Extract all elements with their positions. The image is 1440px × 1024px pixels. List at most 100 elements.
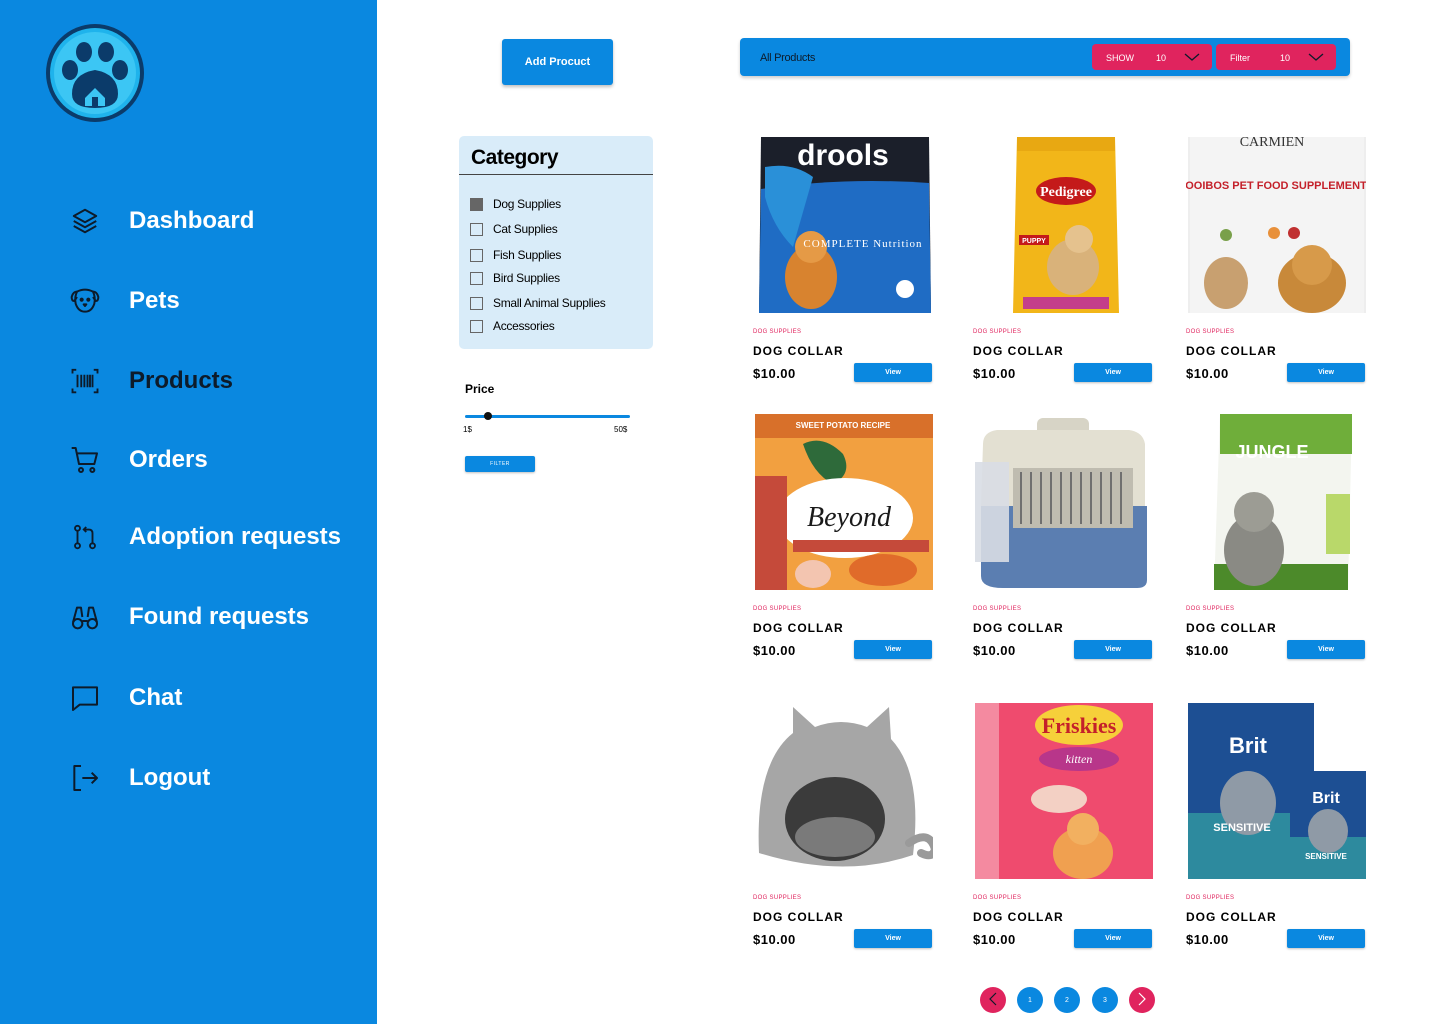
logout-icon [68, 761, 102, 795]
sidebar-item-label: Dashboard [129, 207, 255, 234]
brand-text: Friskies [1042, 713, 1117, 738]
category-label: Accessories [493, 319, 555, 333]
product-price: $10.00 [1186, 366, 1229, 381]
next-page-button[interactable] [1129, 987, 1155, 1013]
filter-label: Filter [1230, 53, 1250, 63]
product-price: $10.00 [1186, 643, 1229, 658]
checkbox[interactable] [470, 271, 483, 285]
product-price: $10.00 [753, 643, 796, 658]
brand-text: Pedigree [1040, 185, 1092, 200]
category-item-accessories[interactable]: Accessories [470, 319, 555, 333]
brand-text: Beyond [807, 502, 892, 533]
sidebar-item-logout[interactable]: Logout [68, 761, 210, 795]
category-panel: Category Dog Supplies Cat Supplies Fish … [459, 136, 653, 349]
sidebar-item-products[interactable]: Products [68, 364, 233, 398]
category-item-cat-supplies[interactable]: Cat Supplies [470, 222, 558, 236]
checkbox[interactable] [470, 197, 483, 211]
product-name: DOG COLLAR [1186, 621, 1277, 635]
binoculars-icon [68, 600, 102, 634]
category-item-fish-supplies[interactable]: Fish Supplies [470, 248, 561, 262]
checkbox[interactable] [470, 248, 483, 262]
layers-icon [68, 204, 102, 238]
checkbox[interactable] [470, 319, 483, 333]
price-max-label: 50$ [614, 425, 628, 434]
product-image[interactable]: SWEET POTATO RECIPE Beyond [753, 414, 933, 590]
show-label: SHOW [1106, 53, 1134, 63]
view-button[interactable]: View [1074, 363, 1152, 382]
category-item-bird-supplies[interactable]: Bird Supplies [470, 271, 560, 285]
sidebar-item-dashboard[interactable]: Dashboard [68, 204, 254, 238]
product-image[interactable]: Friskies kitten [973, 703, 1153, 879]
sidebar-item-label: Orders [129, 446, 208, 473]
product-name: DOG COLLAR [753, 621, 844, 635]
product-price: $10.00 [753, 366, 796, 381]
checkbox[interactable] [470, 222, 483, 236]
add-product-button[interactable]: Add Procuct [502, 39, 613, 85]
product-category: DOG SUPPLIES [1186, 329, 1235, 335]
sidebar-item-chat[interactable]: Chat [68, 681, 182, 715]
chevron-down-icon [1308, 51, 1324, 63]
product-image[interactable] [753, 703, 940, 879]
sidebar-item-label: Logout [129, 764, 211, 791]
product-price: $10.00 [973, 366, 1016, 381]
divider [459, 174, 653, 175]
category-label: Dog Supplies [493, 197, 561, 211]
view-button[interactable]: View [1287, 640, 1365, 659]
filter-dropdown[interactable]: Filter 10 [1216, 44, 1336, 70]
product-price: $10.00 [1186, 932, 1229, 947]
chevron-right-icon [1136, 992, 1148, 1008]
product-name: DOG COLLAR [1186, 344, 1277, 358]
page-button-2[interactable]: 2 [1054, 987, 1080, 1013]
product-price: $10.00 [973, 932, 1016, 947]
product-image[interactable]: Pedigree PUPPY [973, 137, 1153, 313]
sidebar-item-pets[interactable]: Pets [68, 284, 180, 318]
view-button[interactable]: View [854, 640, 932, 659]
view-button[interactable]: View [854, 363, 932, 382]
sidebar-item-adoption-requests[interactable]: Adoption requests [68, 520, 341, 554]
page-button-3[interactable]: 3 [1092, 987, 1118, 1013]
product-name: DOG COLLAR [753, 344, 844, 358]
git-pull-request-icon [68, 520, 102, 554]
product-image[interactable]: JUNGLE [1186, 414, 1366, 590]
checkbox[interactable] [470, 296, 483, 310]
product-category: DOG SUPPLIES [1186, 606, 1235, 612]
view-button[interactable]: View [1287, 929, 1365, 948]
category-item-dog-supplies[interactable]: Dog Supplies [470, 197, 561, 211]
product-category: DOG SUPPLIES [973, 329, 1022, 335]
product-category: DOG SUPPLIES [753, 606, 802, 612]
sidebar-item-label: Products [129, 367, 234, 394]
price-slider-handle[interactable] [484, 412, 492, 420]
show-count-dropdown[interactable]: SHOW 10 [1092, 44, 1212, 70]
previous-page-button[interactable] [980, 987, 1006, 1013]
price-title: Price [465, 382, 495, 396]
category-title: Category [471, 146, 559, 169]
sidebar-item-label: Chat [129, 684, 183, 711]
sidebar-item-orders[interactable]: Orders [68, 443, 208, 477]
product-image[interactable]: CARMIEN ROOIBOS PET FOOD SUPPLEMENT [1177, 135, 1367, 313]
paw-house-logo [44, 22, 146, 124]
view-button[interactable]: View [1287, 363, 1365, 382]
brand-subtext: SENSITIVE [1213, 822, 1270, 834]
view-button[interactable]: View [1074, 929, 1152, 948]
view-button[interactable]: View [1074, 640, 1152, 659]
filter-value: 10 [1280, 53, 1291, 63]
category-label: Fish Supplies [493, 248, 562, 262]
category-item-small-animal-supplies[interactable]: Small Animal Supplies [470, 296, 606, 310]
view-button[interactable]: View [854, 929, 932, 948]
brand-subtext: PUPPY [1022, 238, 1046, 245]
product-image[interactable]: drools COMPLETE Nutrition [753, 137, 933, 313]
brand-text: JUNGLE [1235, 442, 1308, 462]
price-filter-button[interactable]: FILTER [465, 456, 535, 472]
show-value: 10 [1156, 53, 1167, 63]
brand-text: drools [797, 139, 889, 172]
product-price: $10.00 [753, 932, 796, 947]
product-category: DOG SUPPLIES [753, 329, 802, 335]
sidebar-item-found-requests[interactable]: Found requests [68, 600, 309, 634]
cart-icon [68, 443, 102, 477]
page-button-1[interactable]: 1 [1017, 987, 1043, 1013]
product-image[interactable] [973, 414, 1153, 590]
brand-subtext: SENSITIVE [1305, 852, 1347, 861]
product-image[interactable]: Brit Brit SENSITIVE SENSITIVE [1186, 703, 1366, 879]
toolbar-title: All Products [760, 52, 816, 64]
sidebar-item-label: Pets [129, 287, 180, 314]
